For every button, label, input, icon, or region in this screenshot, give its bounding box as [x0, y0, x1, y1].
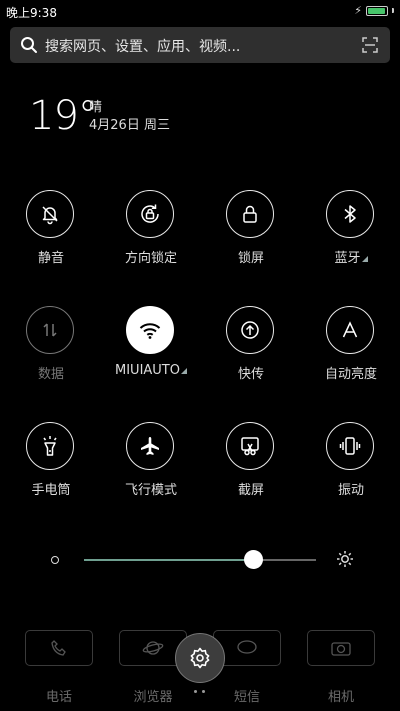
- quick-transfer-icon: [241, 321, 259, 339]
- search-input[interactable]: 搜索网页、设置、应用、视频...: [45, 36, 240, 56]
- bell-off-icon: [42, 206, 58, 225]
- toggle-label: 手电筒: [31, 483, 71, 498]
- submenu-indicator-icon: [361, 256, 368, 262]
- lock-icon: [243, 205, 257, 223]
- dock-label: 电话: [45, 690, 72, 705]
- toggle-wifi-button[interactable]: [126, 306, 174, 354]
- dock-phone[interactable]: [25, 630, 93, 666]
- toggle-label: 方向锁定: [124, 251, 177, 266]
- rotation-lock-icon: [141, 204, 159, 223]
- settings-button[interactable]: [175, 633, 225, 683]
- weather-date: 4月26日 周三: [89, 118, 170, 133]
- toggle-label: MIUIAUTO: [101, 363, 201, 378]
- toggle-flashlight[interactable]: 手电筒: [11, 422, 91, 512]
- toggle-label: 锁屏: [237, 251, 264, 266]
- toggle-airplane-mode[interactable]: 飞行模式: [111, 422, 191, 512]
- page-dot: [194, 690, 197, 693]
- page-indicator: [194, 690, 205, 693]
- toggle-label: 快传: [237, 367, 264, 382]
- toggle-rotation-lock[interactable]: 方向锁定: [111, 190, 191, 280]
- brightness-low-icon: [51, 556, 59, 564]
- toggle-quick-transfer-button[interactable]: [226, 306, 274, 354]
- scan-icon[interactable]: [362, 37, 378, 53]
- brightness-slider[interactable]: [84, 559, 316, 561]
- screenshot-icon: [241, 437, 259, 456]
- status-time: 晚上9:38: [6, 6, 57, 20]
- brightness-high-icon: [337, 551, 353, 567]
- status-icons: ⚡: [354, 4, 394, 17]
- gear-icon: [190, 647, 210, 669]
- dock-label: 相机: [327, 690, 354, 705]
- toggle-lock-screen[interactable]: 锁屏: [211, 190, 291, 280]
- weather-condition: 晴: [89, 100, 103, 115]
- toggle-lock-screen-button[interactable]: [226, 190, 274, 238]
- toggle-airplane-mode-button[interactable]: [126, 422, 174, 470]
- toggle-rotation-lock-button[interactable]: [126, 190, 174, 238]
- bluetooth-icon: [344, 205, 356, 223]
- dock-label: 短信: [233, 690, 260, 705]
- wifi-icon: [139, 323, 161, 339]
- toggle-screenshot[interactable]: 截屏: [211, 422, 291, 512]
- toggle-silent[interactable]: 静音: [11, 190, 91, 280]
- battery-tip: [392, 8, 394, 13]
- brightness-thumb[interactable]: [244, 550, 264, 569]
- charging-icon: ⚡: [354, 4, 362, 17]
- brightness-control: [0, 540, 400, 580]
- toggle-label: 自动亮度: [324, 367, 377, 382]
- toggle-label: 蓝牙: [311, 247, 391, 266]
- toggle-label: 振动: [337, 483, 364, 498]
- camera-icon: [331, 642, 351, 656]
- page-dot: [202, 690, 205, 693]
- toggle-quick-transfer[interactable]: 快传: [211, 306, 291, 396]
- search-icon: [21, 37, 37, 53]
- toggle-flashlight-button[interactable]: [26, 422, 74, 470]
- dock-label: 浏览器: [133, 690, 173, 705]
- temperature: 19°: [29, 93, 98, 139]
- toggle-wifi[interactable]: MIUIAUTO: [111, 306, 191, 396]
- toggle-label: 数据: [37, 367, 64, 382]
- airplane-icon: [141, 437, 159, 455]
- phone-icon: [51, 640, 66, 656]
- toggle-bluetooth[interactable]: 蓝牙: [311, 190, 391, 280]
- toggle-silent-button[interactable]: [26, 190, 74, 238]
- battery-icon: [366, 5, 388, 16]
- toggle-bluetooth-button[interactable]: [326, 190, 374, 238]
- toggle-mobile-data-button[interactable]: [26, 306, 74, 354]
- browser-icon: [142, 641, 164, 655]
- toggle-mobile-data[interactable]: 数据: [11, 306, 91, 396]
- toggle-label: 飞行模式: [124, 483, 177, 498]
- vibrate-icon: [339, 437, 361, 455]
- dock-camera[interactable]: [307, 630, 375, 666]
- data-arrows-icon: [43, 323, 57, 337]
- toggle-screenshot-button[interactable]: [226, 422, 274, 470]
- status-bar: 晚上9:38 ⚡: [0, 0, 400, 22]
- toggle-vibrate[interactable]: 振动: [311, 422, 391, 512]
- toggle-vibrate-button[interactable]: [326, 422, 374, 470]
- toggle-auto-brightness-button[interactable]: [326, 306, 374, 354]
- toggle-label: 静音: [37, 251, 64, 266]
- flashlight-icon: [43, 436, 57, 456]
- submenu-indicator-icon: [180, 368, 187, 374]
- toggle-auto-brightness[interactable]: 自动亮度: [311, 306, 391, 396]
- toggle-label: 截屏: [237, 483, 264, 498]
- auto-brightness-icon: [342, 321, 358, 338]
- message-icon: [237, 640, 257, 654]
- search-bar[interactable]: 搜索网页、设置、应用、视频...: [10, 27, 390, 63]
- brightness-fill: [84, 559, 254, 561]
